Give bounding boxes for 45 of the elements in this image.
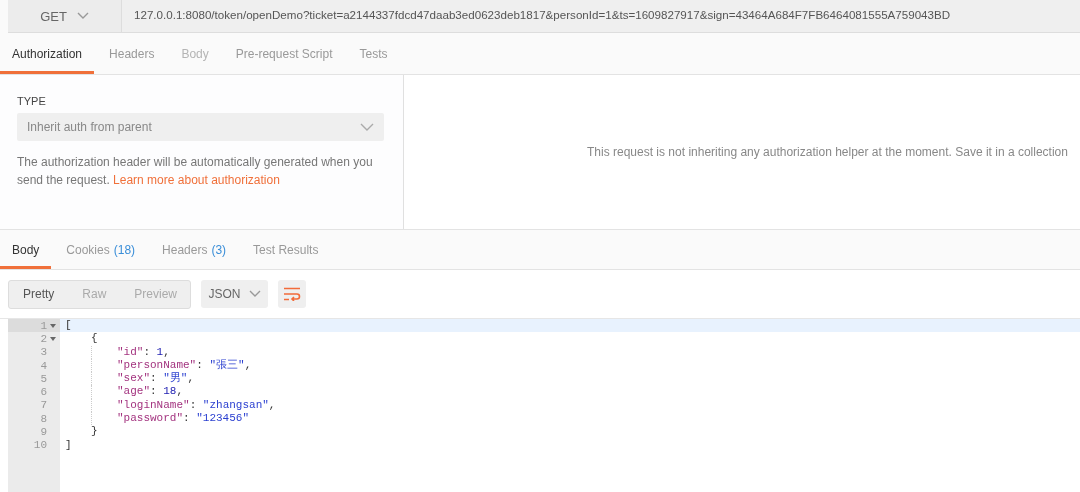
method-dropdown[interactable]: GET [8,0,122,33]
auth-type-dropdown[interactable]: Inherit auth from parent [17,113,384,141]
chevron-down-icon [248,290,261,298]
line-number: 8 [40,412,48,425]
response-tab[interactable]: Headers (3) [150,230,239,269]
helper-message: This request is not inheriting any authorization helper at the moment. Save it in a collection [587,145,1068,159]
fold-caret-icon[interactable] [50,336,56,341]
code-line: } [91,425,98,439]
view-mode-button[interactable]: Pretty [9,280,69,308]
auth-description: The authorization header will be automatically generated when you send the request. Learn more about authorization [17,154,374,189]
line-number: 9 [40,426,48,438]
response-tab[interactable]: Test Results [241,230,331,269]
code-line: "age": 18, [117,385,184,399]
type-label: TYPE [17,95,47,107]
view-mode-button[interactable]: Raw [68,280,121,308]
wrap-button[interactable] [278,280,306,308]
response-tab[interactable]: Body [0,230,52,269]
format-dropdown[interactable]: JSON [201,280,268,308]
response-tab[interactable]: Cookies (18) [54,230,148,269]
wrap-lines-icon [283,287,301,301]
line-number: 4 [40,359,48,372]
chevron-down-icon [360,122,374,132]
code-line: "sex": "男", [117,372,195,386]
line-number: 6 [40,386,48,399]
learn-more-link[interactable]: Learn more about authorization [113,173,280,187]
line-number: 3 [40,346,48,359]
code-line: { [91,332,98,346]
code-line: "loginName": "zhangsan", [117,398,276,413]
url-field[interactable]: 127.0.0.1:8080/token/openDemo?ticket=a2144337fdcd47daab3ed0623deb1817&personId=1&ts=1609827917&sign=43464A684F7FB6464081555A759043BD [122,0,1080,33]
request-tab[interactable]: Headers [97,33,167,74]
code-line: "personName": "張三", [117,358,252,372]
code-line: ] [65,438,72,452]
chevron-down-icon [76,12,89,20]
line-number: 2 [40,332,48,345]
code-line: "id": 1, [117,345,170,359]
fold-caret-icon[interactable] [50,323,56,328]
request-tab[interactable]: Tests [347,33,400,74]
request-tab[interactable]: Pre-request Script [223,33,345,74]
line-number: 1 [40,319,48,332]
line-number: 7 [40,399,48,412]
view-mode-button[interactable]: Preview [120,280,192,308]
code-line: [ [65,319,72,333]
code-line: "password": "123456" [117,412,250,426]
line-number: 10 [33,439,48,452]
line-number: 5 [40,372,48,385]
